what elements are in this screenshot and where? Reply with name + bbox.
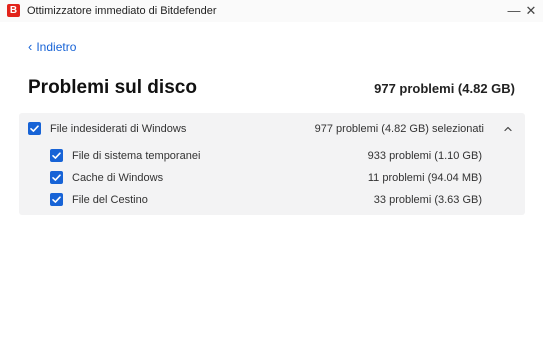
group-label: File indesiderati di Windows (50, 123, 187, 135)
window-title: Ottimizzatore immediato di Bitdefender (27, 5, 217, 17)
checkmark-icon (52, 196, 61, 203)
item-label: Cache di Windows (72, 172, 164, 184)
group-count: 977 problemi (4.82 GB) selezionati (314, 123, 484, 135)
item-checkbox[interactable] (50, 171, 63, 184)
item-label: File di sistema temporanei (72, 150, 201, 162)
checkmark-icon (52, 174, 61, 181)
checkmark-icon (52, 152, 61, 159)
item-count: 33 problemi (3.63 GB) (373, 194, 482, 206)
issues-panel: File indesiderati di Windows 977 problem… (19, 113, 525, 215)
list-item[interactable]: Cache di Windows 11 problemi (94.04 MB) (19, 167, 525, 189)
chevron-up-icon[interactable] (501, 122, 515, 136)
back-link[interactable]: ‹ Indietro (28, 39, 76, 55)
item-count: 11 problemi (94.04 MB) (367, 172, 482, 184)
title-bar: B Ottimizzatore immediato di Bitdefender… (0, 0, 543, 22)
item-label: File del Cestino (72, 194, 148, 206)
page-title: Problemi sul disco (28, 77, 197, 98)
checkmark-icon (30, 125, 39, 132)
item-checkbox[interactable] (50, 193, 63, 206)
back-link-label: Indietro (36, 40, 77, 54)
close-button[interactable]: ✕ (522, 2, 540, 20)
issues-summary: 977 problemi (4.82 GB) (374, 81, 515, 96)
chevron-left-icon: ‹ (28, 39, 33, 54)
minimize-button[interactable]: — (505, 2, 523, 20)
item-checkbox[interactable] (50, 149, 63, 162)
group-checkbox[interactable] (28, 122, 41, 135)
list-item[interactable]: File del Cestino 33 problemi (3.63 GB) (19, 189, 525, 211)
bitdefender-logo-icon: B (7, 4, 20, 17)
list-item[interactable]: File di sistema temporanei 933 problemi … (19, 145, 525, 167)
group-row-windows-junk[interactable]: File indesiderati di Windows 977 problem… (19, 118, 525, 140)
item-count: 933 problemi (1.10 GB) (367, 150, 482, 162)
